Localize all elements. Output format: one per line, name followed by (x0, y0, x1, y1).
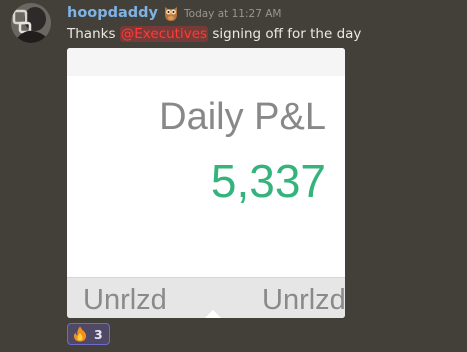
tab-unrealized-right: Unrlzd (262, 284, 345, 316)
attachment-tab-bar: Unrlzd Unrlzd (67, 277, 345, 318)
fire-icon (73, 326, 87, 342)
chat-message: hoopdaddy Today at 11:27 AM Thanks @Exec… (0, 0, 467, 352)
timestamp: Today at 11:27 AM (184, 8, 282, 20)
selection-notch (204, 310, 222, 318)
message-header: hoopdaddy Today at 11:27 AM (67, 3, 281, 23)
tab-unrealized-left: Unrlzd (83, 284, 167, 316)
pl-value: 5,337 (210, 155, 326, 207)
message-text: Thanks @Executives signing off for the d… (67, 26, 361, 42)
avatar[interactable] (11, 3, 51, 43)
attachment-top-bar (67, 48, 345, 76)
message-text-start: Thanks (67, 26, 120, 42)
reaction-count: 3 (94, 326, 103, 342)
role-mention[interactable]: @Executives (119, 26, 209, 42)
message-text-end: signing off for the day (208, 26, 362, 42)
reaction-button[interactable]: 3 (67, 323, 110, 345)
pl-title: Daily P&L (159, 96, 326, 138)
owl-icon (163, 4, 179, 22)
image-attachment[interactable]: Daily P&L 5,337 Unrlzd Unrlzd (67, 48, 345, 318)
username[interactable]: hoopdaddy (67, 5, 158, 21)
